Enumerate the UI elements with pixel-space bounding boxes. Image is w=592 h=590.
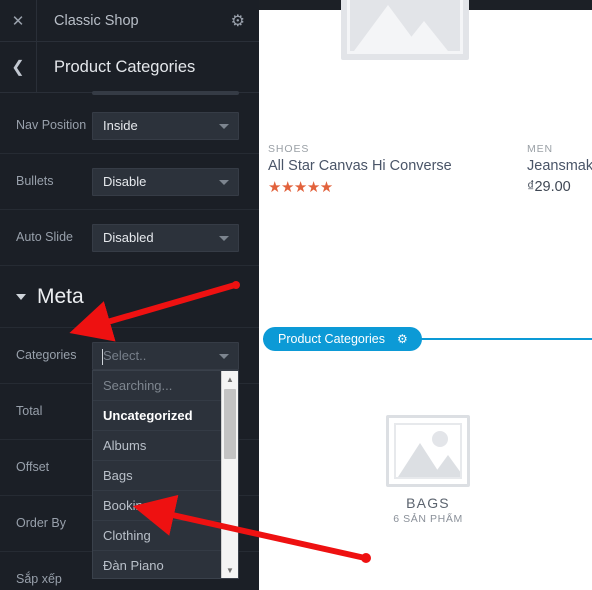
scroll-up-icon[interactable]: ▲ [222, 371, 238, 387]
setting-row-nav-position: Nav Position Inside [0, 98, 259, 154]
dropdown-item-clothing[interactable]: Clothing [93, 521, 238, 551]
back-icon[interactable]: ❮ [0, 42, 37, 92]
select-value: Disabled [103, 230, 154, 245]
chevron-down-icon [219, 179, 229, 185]
product-price: ₫29.00 [527, 179, 571, 195]
meta-section-label: Meta [37, 284, 84, 308]
setting-label: Categories [16, 347, 77, 362]
scroll-down-icon[interactable]: ▼ [222, 562, 238, 578]
placeholder-mountain-small-icon [399, 21, 448, 51]
product-rating-stars: ★★★★★ [268, 179, 333, 196]
product-card[interactable]: SHOES All Star Canvas Hi Converse ★★★★★ [268, 143, 452, 196]
placeholder-mountain-small-icon [432, 455, 460, 477]
category-tile-bags[interactable]: BAGS 6 SẢN PHẨM [343, 415, 513, 525]
dropdown-item-albums[interactable]: Albums [93, 431, 238, 461]
setting-label: Sắp xếp [16, 571, 62, 586]
setting-row-bullets: Bullets Disable [0, 154, 259, 210]
product-image-placeholder[interactable] [341, 0, 469, 60]
dropdown-item-booking[interactable]: Booking [93, 491, 238, 521]
dropdown-scrollbar[interactable]: ▲ ▼ [221, 371, 238, 578]
category-image-placeholder [386, 415, 470, 487]
category-product-count: 6 SẢN PHẨM [393, 513, 463, 525]
builder-settings-panel: ✕ Classic Shop ⚙ ❮ Product Categories Na… [0, 0, 259, 590]
chevron-down-icon [219, 353, 229, 359]
meta-section-header[interactable]: Meta [0, 266, 259, 328]
chevron-down-icon [219, 123, 229, 129]
categories-select[interactable]: Select.. [92, 341, 239, 370]
horizontal-scrollbar[interactable] [92, 91, 239, 95]
select-value: Inside [103, 118, 138, 133]
panel-title: Classic Shop [54, 12, 139, 29]
bullets-select[interactable]: Disable [92, 167, 239, 196]
dropdown-item-bags[interactable]: Bags [93, 461, 238, 491]
close-icon[interactable]: ✕ [0, 0, 37, 41]
dropdown-item-dan-piano[interactable]: Đàn Piano [93, 551, 238, 578]
chevron-down-icon [16, 293, 26, 300]
select-placeholder: Select.. [103, 348, 147, 363]
setting-label: Order By [16, 515, 67, 530]
dropdown-item-uncategorized[interactable]: Uncategorized [93, 401, 238, 431]
product-category-label: SHOES [268, 143, 310, 155]
dropdown-item-searching: Searching... [93, 371, 238, 401]
select-value: Disable [103, 174, 147, 189]
panel-subheader: ❮ Product Categories [0, 42, 259, 93]
element-toolbar: Product Categories ⚙ [263, 327, 592, 351]
gear-icon[interactable]: ⚙ [231, 0, 245, 41]
panel-header: ✕ Classic Shop ⚙ [0, 0, 259, 42]
app-root: SHOES All Star Canvas Hi Converse ★★★★★ … [0, 0, 592, 590]
setting-label: Nav Position [16, 117, 87, 132]
site-preview: SHOES All Star Canvas Hi Converse ★★★★★ … [259, 0, 592, 590]
element-badge-label: Product Categories [278, 332, 386, 346]
product-title[interactable]: All Star Canvas Hi Converse [268, 158, 452, 174]
setting-label: Bullets [16, 173, 54, 188]
product-category-label: MEN [527, 143, 554, 155]
setting-row-auto-slide: Auto Slide Disabled [0, 210, 259, 266]
product-card[interactable]: MEN Jeansmak ₫29.00 [527, 143, 592, 195]
nav-position-select[interactable]: Inside [92, 111, 239, 140]
gear-icon[interactable]: ⚙ [397, 333, 408, 345]
placeholder-frame [394, 423, 462, 479]
category-name: BAGS [406, 495, 450, 511]
setting-label: Auto Slide [16, 229, 73, 244]
setting-label: Offset [16, 459, 50, 474]
product-title[interactable]: Jeansmak [527, 158, 592, 174]
auto-slide-select[interactable]: Disabled [92, 223, 239, 252]
element-badge-product-categories[interactable]: Product Categories ⚙ [263, 327, 422, 351]
setting-label: Total [16, 403, 43, 418]
text-caret [102, 348, 103, 365]
categories-dropdown-list[interactable]: Searching... Uncategorized Albums Bags B… [92, 370, 239, 579]
scrollbar-thumb[interactable] [224, 389, 236, 459]
panel-section-title: Product Categories [54, 57, 196, 76]
chevron-down-icon [219, 235, 229, 241]
